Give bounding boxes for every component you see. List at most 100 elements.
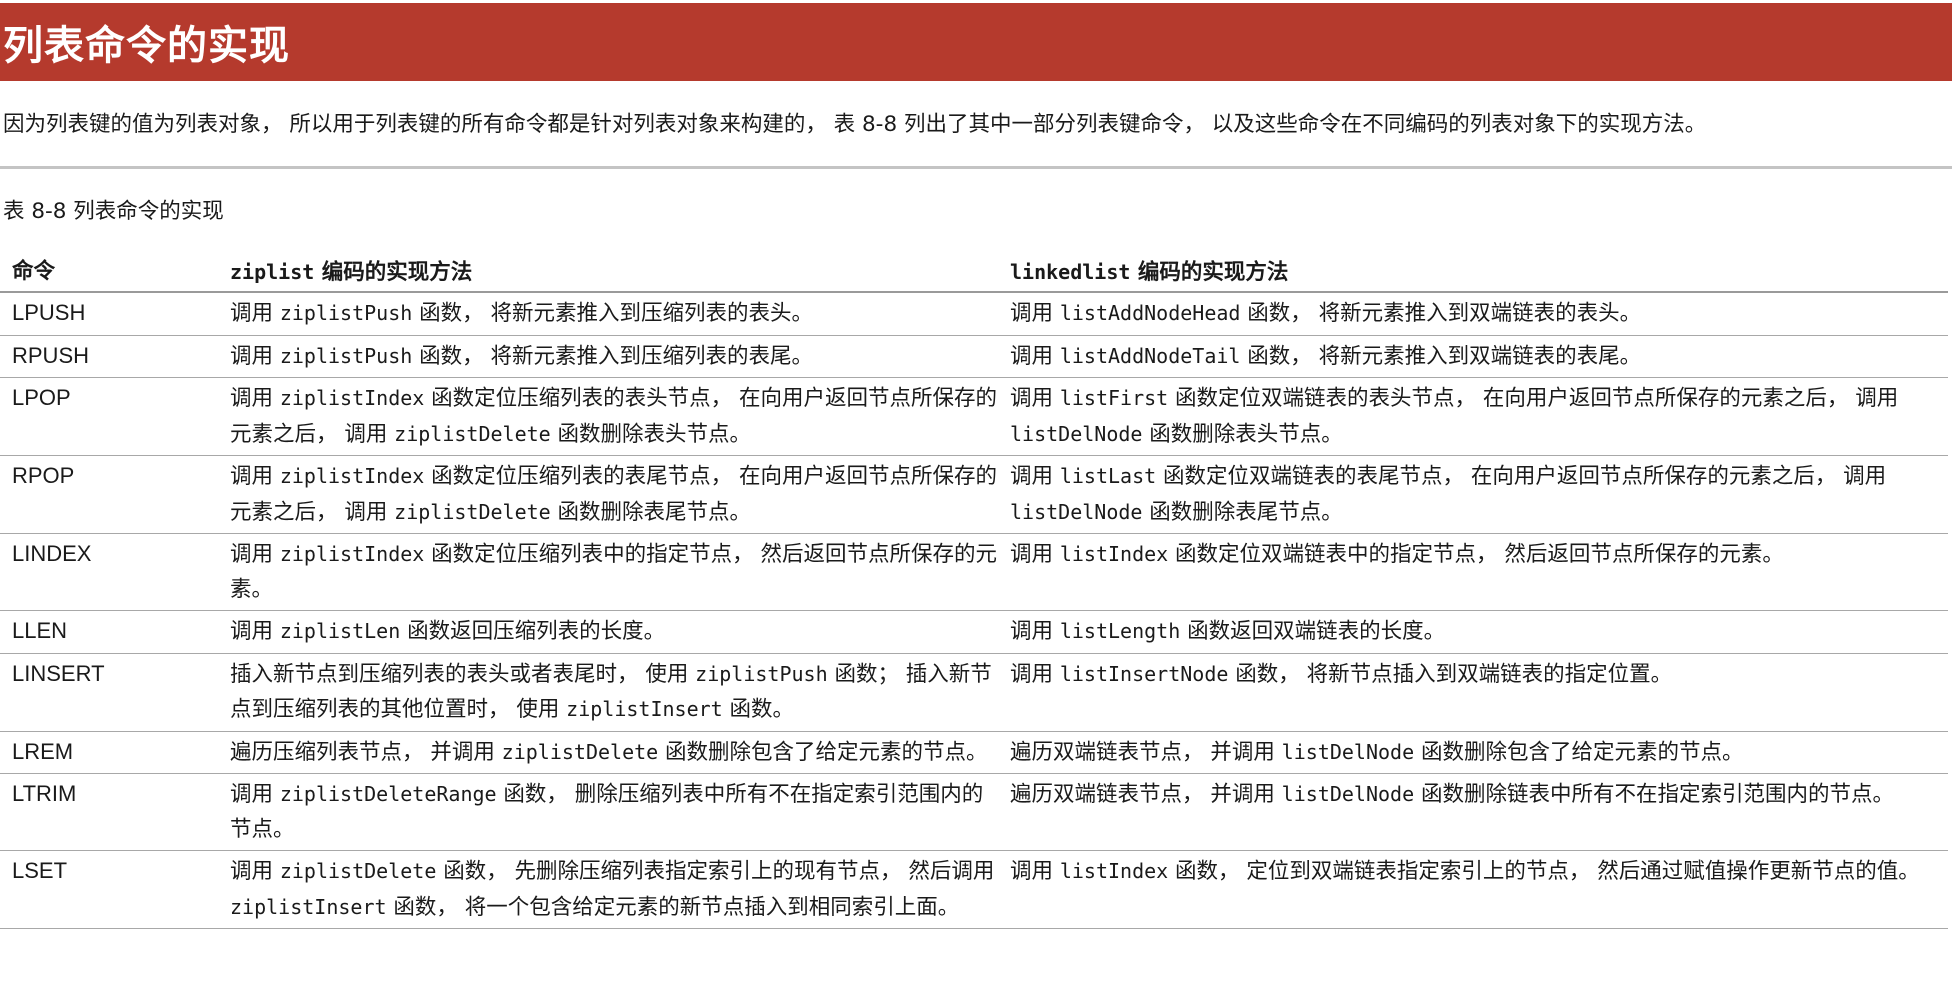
- description-text: 调用: [230, 859, 280, 884]
- title-bar: 列表命令的实现: [0, 3, 1952, 81]
- description-text: 调用: [1010, 343, 1060, 369]
- description-text: 函数返回压缩列表的长度。: [400, 619, 666, 644]
- function-name-code: listFirst: [1059, 386, 1169, 410]
- description-text: 函数删除链表中所有不在指定索引范围内的节点。: [1414, 782, 1894, 807]
- description-text: 调用: [1010, 661, 1060, 687]
- function-name-code: listIndex: [1059, 859, 1169, 883]
- description-text: 函数。: [722, 697, 795, 722]
- header-linkedlist-label: 编码的实现方法: [1130, 260, 1289, 285]
- linkedlist-impl-cell: 调用 listInsertNode 函数， 将新节点插入到双端链表的指定位置。: [1004, 653, 1948, 732]
- description-text: 调用: [1010, 542, 1060, 567]
- description-text: 函数删除表头节点。: [550, 421, 752, 447]
- description-text: 遍历压缩列表节点， 并调用: [230, 739, 502, 765]
- ziplist-impl-cell: 调用 ziplistDelete 函数， 先删除压缩列表指定索引上的现有节点， …: [218, 850, 1004, 929]
- function-name-code: ziplistInsert: [566, 697, 723, 721]
- description-text: 调用: [1010, 301, 1060, 326]
- description-text: 函数删除包含了给定元素的节点。: [658, 739, 988, 765]
- description-text: 函数删除表尾节点。: [1142, 499, 1343, 525]
- description-text: 函数， 将新节点插入到双端链表的指定位置。: [1228, 661, 1673, 687]
- function-name-code: ziplistPush: [279, 301, 413, 325]
- function-name-code: listAddNodeTail: [1059, 343, 1241, 368]
- description-text: 调用: [230, 343, 280, 369]
- function-name-code: ziplistLen: [279, 619, 401, 643]
- table-body: LPUSH 调用 ziplistPush 函数， 将新元素推入到压缩列表的表头。调…: [0, 292, 1948, 929]
- description-text: 遍历双端链表节点， 并调用: [1010, 782, 1282, 807]
- description-text: 函数删除表头节点。: [1142, 421, 1343, 447]
- description-text: 函数删除表尾节点。: [550, 499, 752, 525]
- linkedlist-impl-cell: 调用 listAddNodeHead 函数， 将新元素推入到双端链表的表头。: [1004, 292, 1948, 336]
- ziplist-impl-cell: 调用 ziplistLen 函数返回压缩列表的长度。: [218, 610, 1004, 654]
- table-row: LPOP 调用 ziplistIndex 函数定位压缩列表的表头节点， 在向用户返…: [0, 377, 1948, 456]
- description-text: 函数定位双端链表的表尾节点， 在向用户返回节点所保存的元素之后， 调用: [1156, 464, 1887, 489]
- description-text: 函数， 将新元素推入到双端链表的表头。: [1240, 301, 1642, 326]
- header-linkedlist-code: linkedlist: [1010, 260, 1131, 284]
- function-name-code: ziplistIndex: [279, 464, 425, 488]
- description-text: 调用: [230, 386, 280, 411]
- ziplist-impl-cell: 调用 ziplistIndex 函数定位压缩列表的表尾节点， 在向用户返回节点所…: [218, 455, 1004, 534]
- function-name-code: listLast: [1059, 464, 1157, 488]
- linkedlist-impl-cell: 调用 listIndex 函数， 定位到双端链表指定索引上的节点， 然后通过赋值…: [1004, 850, 1948, 929]
- header-command: 命令: [0, 253, 218, 293]
- header-ziplist: ziplist 编码的实现方法: [218, 253, 1004, 293]
- function-name-code: listIndex: [1059, 542, 1169, 566]
- header-ziplist-code: ziplist: [230, 260, 315, 284]
- header-ziplist-label: 编码的实现方法: [314, 260, 473, 285]
- function-name-code: listDelNode: [1010, 421, 1143, 446]
- function-name-code: ziplistPush: [279, 343, 413, 368]
- description-text: 调用: [1010, 619, 1060, 644]
- description-text: 调用: [230, 464, 280, 489]
- ziplist-impl-cell: 调用 ziplistIndex 函数定位压缩列表的表头节点， 在向用户返回节点所…: [218, 377, 1004, 456]
- function-name-code: ziplistDelete: [501, 739, 659, 764]
- function-name-code: ziplistPush: [695, 661, 828, 686]
- function-name-code: listDelNode: [1281, 739, 1415, 764]
- command-cell: RPUSH: [0, 335, 218, 378]
- table-row: LREM 遍历压缩列表节点， 并调用 ziplistDelete 函数删除包含了给…: [0, 731, 1948, 774]
- table-row: LINSERT 插入新节点到压缩列表的表头或者表尾时， 使用 ziplistPus…: [0, 653, 1948, 732]
- function-name-code: listLength: [1059, 619, 1181, 643]
- function-name-code: ziplistInsert: [230, 894, 387, 919]
- description-text: 插入新节点到压缩列表的表头或者表尾时， 使用: [230, 661, 696, 687]
- description-text: 函数定位双端链表中的指定节点， 然后返回节点所保存的元素。: [1168, 542, 1784, 567]
- header-command-label: 命令: [12, 259, 56, 284]
- intro-paragraph: 因为列表键的值为列表对象， 所以用于列表键的所有命令都是针对列表对象来构建的， …: [3, 112, 1707, 137]
- ziplist-impl-cell: 调用 ziplistDeleteRange 函数， 删除压缩列表中所有不在指定索…: [218, 773, 1004, 851]
- linkedlist-impl-cell: 调用 listLast 函数定位双端链表的表尾节点， 在向用户返回节点所保存的元…: [1004, 455, 1948, 534]
- ziplist-impl-cell: 调用 ziplistPush 函数， 将新元素推入到压缩列表的表头。: [218, 292, 1004, 336]
- linkedlist-impl-cell: 调用 listAddNodeTail 函数， 将新元素推入到双端链表的表尾。: [1004, 335, 1948, 378]
- table-row: RPUSH 调用 ziplistPush 函数， 将新元素推入到压缩列表的表尾。调…: [0, 335, 1948, 378]
- description-text: 函数删除包含了给定元素的节点。: [1414, 739, 1744, 765]
- description-text: 函数定位双端链表的表头节点， 在向用户返回节点所保存的元素之后， 调用: [1168, 386, 1899, 411]
- description-text: 调用: [1010, 859, 1060, 884]
- function-name-code: ziplistDelete: [279, 859, 437, 883]
- function-name-code: ziplistDeleteRange: [279, 782, 497, 806]
- description-text: 调用: [1010, 386, 1060, 411]
- function-name-code: listDelNode: [1010, 499, 1143, 524]
- section-divider: [0, 166, 1952, 169]
- description-text: 调用: [230, 301, 280, 326]
- description-text: 函数， 将新元素推入到双端链表的表尾。: [1240, 343, 1642, 369]
- description-text: 调用: [230, 619, 280, 644]
- description-text: 函数， 将一个包含给定元素的新节点插入到相同索引上面。: [386, 894, 960, 920]
- table-caption: 表 8-8 列表命令的实现: [3, 199, 224, 224]
- ziplist-impl-cell: 插入新节点到压缩列表的表头或者表尾时， 使用 ziplistPush 函数； 插…: [218, 653, 1004, 732]
- page-title: 列表命令的实现: [3, 23, 290, 69]
- table-row: LTRIM 调用 ziplistDeleteRange 函数， 删除压缩列表中所有…: [0, 773, 1948, 851]
- linkedlist-impl-cell: 遍历双端链表节点， 并调用 listDelNode 函数删除包含了给定元素的节点…: [1004, 731, 1948, 774]
- command-cell: LPOP: [0, 377, 218, 456]
- table-header-row: 命令 ziplist 编码的实现方法 linkedlist 编码的实现方法: [0, 253, 1948, 293]
- command-cell: LINDEX: [0, 533, 218, 611]
- function-name-code: ziplistIndex: [279, 542, 425, 566]
- list-commands-table: 命令 ziplist 编码的实现方法 linkedlist 编码的实现方法 LP…: [0, 253, 1948, 929]
- command-cell: LPUSH: [0, 292, 218, 336]
- description-text: 函数返回双端链表的长度。: [1180, 619, 1446, 644]
- linkedlist-impl-cell: 调用 listIndex 函数定位双端链表中的指定节点， 然后返回节点所保存的元…: [1004, 533, 1948, 611]
- function-name-code: ziplistDelete: [394, 499, 551, 524]
- function-name-code: listDelNode: [1281, 782, 1415, 806]
- command-cell: LREM: [0, 731, 218, 774]
- command-cell: LINSERT: [0, 653, 218, 732]
- table-row: RPOP 调用 ziplistIndex 函数定位压缩列表的表尾节点， 在向用户返…: [0, 455, 1948, 534]
- ziplist-impl-cell: 调用 ziplistIndex 函数定位压缩列表中的指定节点， 然后返回节点所保…: [218, 533, 1004, 611]
- description-text: 调用: [230, 782, 280, 807]
- description-text: 调用: [230, 542, 280, 567]
- function-name-code: listAddNodeHead: [1059, 301, 1241, 325]
